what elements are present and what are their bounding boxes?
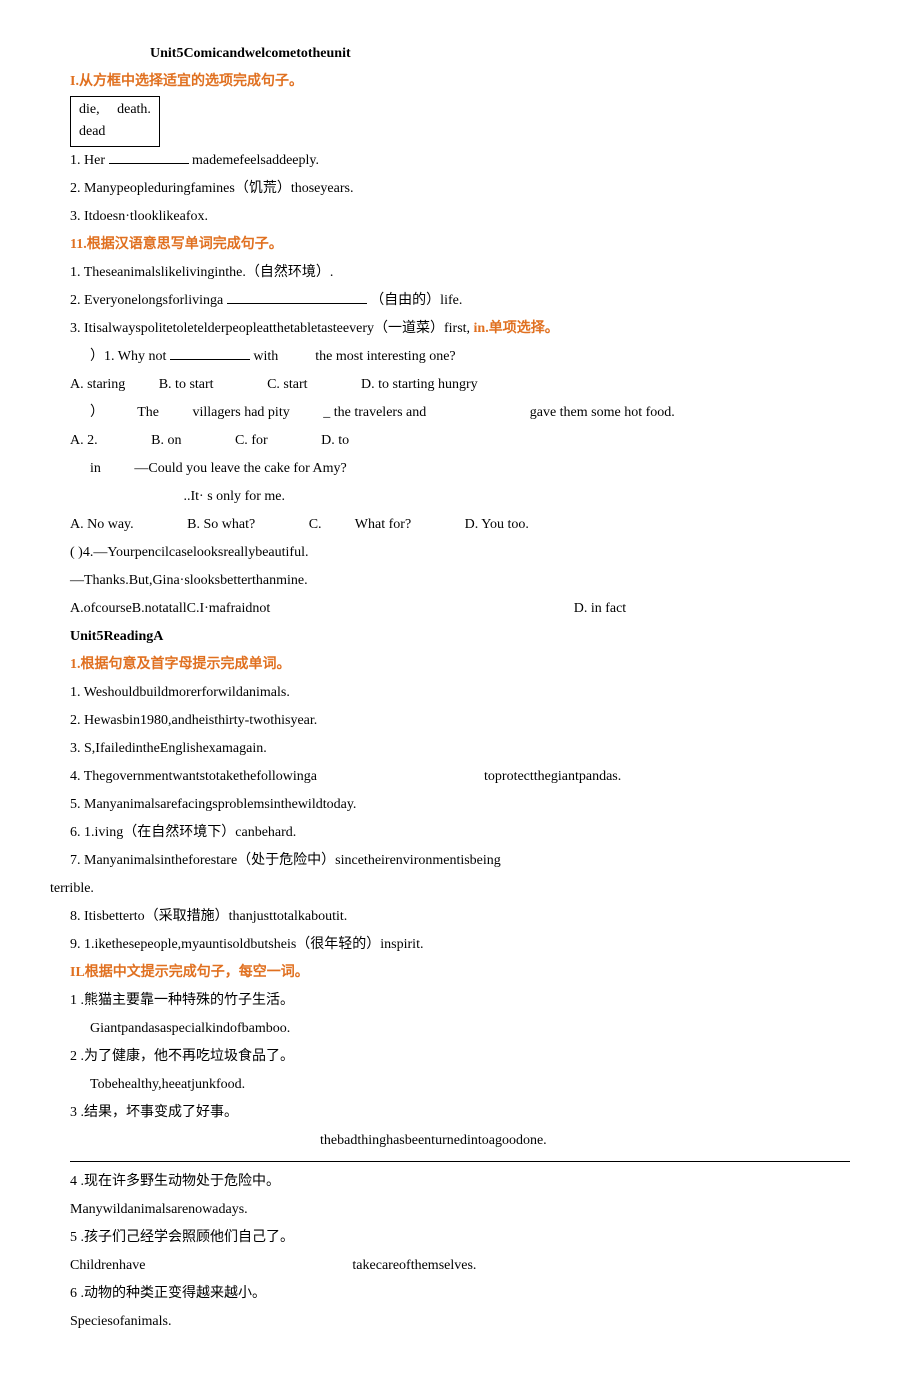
mc-q2D[interactable]: D. to (321, 433, 349, 448)
r5: 5. Manyanimalsarefacingsproblemsinthewil… (70, 791, 850, 819)
mc-q1: ）1. Why not with the most interesting on… (70, 343, 850, 371)
mc-q2B[interactable]: B. on (151, 433, 181, 448)
blank[interactable] (170, 345, 250, 360)
mc-q4d[interactable]: D. in fact (574, 595, 626, 623)
mc-q3: in —Could you leave the cake for Amy? (70, 455, 850, 483)
mc-q1b: with (253, 349, 278, 364)
mc-q3A[interactable]: A. No way. (70, 517, 134, 532)
s2-q3a: 3. Itisalwayspolitetoletelderpeopleatthe… (70, 321, 470, 336)
c6a: 6 .动物的种类正变得越来越小。 (70, 1280, 850, 1308)
page-title: Unit5Comicandwelcometotheunit (70, 40, 850, 68)
c5a: 5 .孩子们己经学会照顾他们自己了。 (70, 1224, 850, 1252)
mc-q3-line2: ..It· s only for me. (70, 483, 850, 511)
c1a: 1 .熊猫主要靠一种特殊的竹子生活。 (70, 987, 850, 1015)
mc-q4b: —Thanks.But,Gina·slooksbetterthanmine. (70, 567, 850, 595)
s2-q1: 1. Theseanimalslikelivinginthe.（自然环境）. (70, 259, 850, 287)
s2-q3: 3. Itisalwayspolitetoletelderpeopleatthe… (70, 315, 850, 343)
mc-q4a: ( )4.—Yourpencilcaselooksreallybeautiful… (70, 539, 850, 567)
s2-q2: 2. Everyonelongsforlivinga （自由的）life. (70, 287, 850, 315)
s1-q1-text-b: mademefeelsaddeeply. (192, 153, 319, 168)
c5b2: takecareofthemselves. (352, 1258, 476, 1273)
mc-q1a: ）1. Why not (90, 349, 166, 364)
r4b: toprotectthegiantpandas. (484, 769, 621, 784)
mc-q3B[interactable]: B. So what? (187, 517, 255, 532)
mc-q3Cv: What for? (355, 517, 411, 532)
r2: 2. Hewasbin1980,andheisthirty-twothisyea… (70, 707, 850, 735)
c1b: Giantpandasaspecialkindofbamboo. (70, 1015, 850, 1043)
c3b: thebadthinghasbeenturnedintoagoodone. (70, 1127, 850, 1155)
mc-q1A[interactable]: A. staring (70, 377, 125, 392)
mc-q3c: the cake for Amy? (244, 461, 347, 476)
reading-header1: 1.根据句意及首字母提示完成单词。 (70, 651, 850, 679)
r8: 8. Itisbetterto（采取措施）thanjusttotalkabout… (70, 903, 850, 931)
mc-q1Cv: start (283, 377, 307, 392)
box-line2: dead (79, 121, 151, 143)
mc-q2e: gave them some hot food. (530, 405, 675, 420)
mc-q2Cv: for (251, 433, 267, 448)
mc-q2-opts: A. 2. B. on C. for D. to (70, 427, 850, 455)
mc-q3D[interactable]: D. You too. (465, 517, 529, 532)
c2a: 2 .为了健康，他不再吃垃圾食品了。 (70, 1043, 850, 1071)
mc-q3a: in (90, 461, 101, 476)
cn-header: IL根据中文提示完成句子，每空一词。 (70, 959, 850, 987)
mc-q1C[interactable]: C. (267, 377, 280, 392)
mc-q2a: ） (90, 405, 104, 420)
s2-q3b: in.单项选择。 (474, 321, 559, 336)
mc-q4c[interactable]: A.ofcourseB.notatallC.I·mafraidnot (70, 601, 270, 616)
mc-q1D[interactable]: D. to starting hungry (361, 377, 478, 392)
r7b: terrible. (50, 875, 850, 903)
mc-q2c: villagers had pity (193, 405, 290, 420)
mc-q2: ） The villagers had pity _ the travelers… (70, 399, 850, 427)
word-box: die, death. dead (70, 96, 160, 147)
c4a: 4 .现在许多野生动物处于危险中。 (70, 1168, 850, 1196)
section1-header: I.从方框中选择适宜的选项完成句子。 (70, 68, 850, 96)
mc-q1d: interesting one? (367, 349, 456, 364)
s1-q3: 3. Itdoesn·tlooklikeafox. (70, 203, 850, 231)
s2-q2a: 2. Everyonelongsforlivinga (70, 293, 223, 308)
s2-q2b: （自由的）life. (370, 293, 462, 308)
blank[interactable] (227, 289, 367, 304)
section2-header: 11.根据汉语意思写单词完成句子。 (70, 231, 850, 259)
c2b: Tobehealthy,heeatjunkfood. (70, 1071, 850, 1099)
divider (70, 1161, 850, 1162)
mc-q3e: for me. (245, 489, 285, 504)
c3a: 3 .结果，坏事变成了好事。 (70, 1099, 850, 1127)
r9: 9. 1.ikethesepeople,myauntisoldbutsheis（… (70, 931, 850, 959)
s1-q2: 2. Manypeopleduringfamines（饥荒）thoseyears… (70, 175, 850, 203)
c5b1: Childrenhave (70, 1258, 145, 1273)
c6b: Speciesofanimals. (70, 1308, 850, 1336)
blank[interactable] (109, 149, 189, 164)
mc-q1-opts: A. staring B. to start C. start D. to st… (70, 371, 850, 399)
s1-q1: 1. Her mademefeelsaddeeply. (70, 147, 850, 175)
mc-q3b: —Could you leave (134, 461, 240, 476)
r6: 6. 1.iving（在自然环境下）canbehard. (70, 819, 850, 847)
r4: 4. Thegovernmentwantstotakethefollowinga… (70, 763, 850, 791)
box-line1: die, death. (79, 99, 151, 121)
mc-q3d: ..It· s only (184, 489, 242, 504)
s1-q1-text: 1. Her (70, 153, 105, 168)
mc-q2A[interactable]: A. 2. (70, 433, 98, 448)
mc-q1c: the most (315, 349, 363, 364)
mc-q4-opts: A.ofcourseB.notatallC.I·mafraidnot D. in… (70, 595, 850, 623)
mc-q3C[interactable]: C. (309, 517, 322, 532)
r3: 3. S,IfailedintheEnglishexamagain. (70, 735, 850, 763)
mc-q1B[interactable]: B. to start (159, 377, 214, 392)
r1: 1. Weshouldbuildmorerforwildanimals. (70, 679, 850, 707)
r7: 7. Manyanimalsintheforestare（处于危险中）since… (70, 847, 850, 875)
mc-q2C[interactable]: C. (235, 433, 248, 448)
reading-title: Unit5ReadingA (70, 623, 850, 651)
mc-q2d: _ the travelers and (323, 405, 426, 420)
mc-q2b: The (137, 405, 159, 420)
mc-q3-opts: A. No way. B. So what? C. What for? D. Y… (70, 511, 850, 539)
c5b: Childrenhave takecareofthemselves. (70, 1252, 850, 1280)
r4a: 4. Thegovernmentwantstotakethefollowinga (70, 769, 317, 784)
c4b: Manywildanimalsarenowadays. (70, 1196, 850, 1224)
